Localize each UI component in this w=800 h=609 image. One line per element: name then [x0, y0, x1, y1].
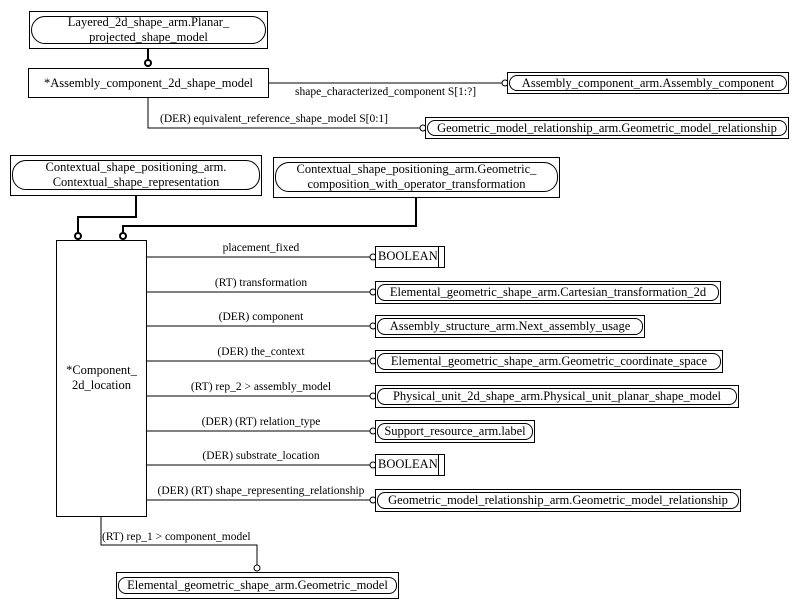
entity-name-line: Contextual_shape_positioning_arm.	[45, 160, 227, 174]
planar-projected-shape-model-pill: Layered_2d_shape_arm.Planar_ projected_s…	[31, 15, 266, 44]
attribute-label: (RT) rep_1 > component_model	[102, 531, 251, 543]
geometric-model-relationship-target-box[interactable]: Geometric_model_relationship_arm.Geometr…	[425, 117, 789, 139]
entity-name-line: Contextual_shape_representation	[52, 175, 220, 189]
target-entity-box[interactable]: Assembly_structure_arm.Next_assembly_usa…	[375, 315, 645, 338]
target-entity-pill: Elemental_geometric_shape_arm.Geometric_…	[377, 353, 721, 370]
relation-end-circle	[253, 564, 261, 572]
target-entity-pill: Elemental_geometric_shape_arm.Geometric_…	[118, 577, 397, 594]
entity-name: *Assembly_component_2d_shape_model	[44, 75, 253, 90]
supertype-link-end-circle	[144, 59, 152, 67]
target-entity-box[interactable]: Elemental_geometric_shape_arm.Cartesian_…	[375, 281, 721, 304]
type-box[interactable]: BOOLEAN	[375, 454, 445, 476]
geometric-composition-box[interactable]: Contextual_shape_positioning_arm.Geometr…	[273, 157, 560, 198]
target-entity-pill: Elemental_geometric_shape_arm.Cartesian_…	[377, 284, 719, 301]
geometric-composition-pill: Contextual_shape_positioning_arm.Geometr…	[275, 162, 558, 192]
supertype-link-end-circle	[119, 232, 127, 240]
entity-name-line: projected_shape_model	[89, 30, 208, 44]
target-entity-pill: Assembly_structure_arm.Next_assembly_usa…	[377, 318, 643, 335]
contextual-shape-representation-pill: Contextual_shape_positioning_arm. Contex…	[12, 160, 260, 190]
target-entity-pill: Physical_unit_2d_shape_arm.Physical_unit…	[377, 388, 737, 405]
assembly-component-2d-shape-model-box[interactable]: *Assembly_component_2d_shape_model	[28, 68, 269, 98]
target-entity-box[interactable]: Physical_unit_2d_shape_arm.Physical_unit…	[375, 385, 739, 408]
geometric-model-target-box[interactable]: Elemental_geometric_shape_arm.Geometric_…	[116, 572, 399, 599]
planar-projected-shape-model-box[interactable]: Layered_2d_shape_arm.Planar_ projected_s…	[29, 11, 268, 49]
target-entity-pill: Geometric_model_relationship_arm.Geometr…	[377, 492, 739, 509]
assembly-component-target-box[interactable]: Assembly_component_arm.Assembly_componen…	[507, 72, 789, 94]
type-name: BOOLEAN	[378, 249, 438, 263]
target-entity-pill: Assembly_component_arm.Assembly_componen…	[509, 75, 787, 91]
target-entity-box[interactable]: Support_resource_arm.label	[375, 420, 535, 443]
target-entity-pill: Support_resource_arm.label	[377, 423, 533, 440]
attribute-label: (DER) equivalent_reference_shape_model S…	[160, 113, 388, 125]
type-box-divider	[438, 247, 439, 267]
target-entity-box[interactable]: Geometric_model_relationship_arm.Geometr…	[375, 489, 741, 512]
supertype-link-end-circle	[74, 232, 82, 240]
entity-name-line: composition_with_operator_transformation	[307, 177, 526, 191]
entity-name-line: Layered_2d_shape_arm.Planar_	[67, 15, 230, 29]
type-box-divider	[438, 455, 439, 475]
target-entity-pill: Geometric_model_relationship_arm.Geometr…	[427, 120, 787, 136]
type-box[interactable]: BOOLEAN	[375, 246, 445, 268]
target-entity-box[interactable]: Elemental_geometric_shape_arm.Geometric_…	[375, 350, 723, 373]
entity-name-line: Contextual_shape_positioning_arm.Geometr…	[296, 162, 537, 176]
contextual-shape-representation-box[interactable]: Contextual_shape_positioning_arm. Contex…	[10, 155, 262, 196]
supertype-link-line	[122, 197, 417, 232]
type-name: BOOLEAN	[378, 457, 438, 471]
attribute-label: shape_characterized_component S[1:?]	[295, 86, 477, 98]
entity-name-line: *Component_	[66, 363, 137, 377]
